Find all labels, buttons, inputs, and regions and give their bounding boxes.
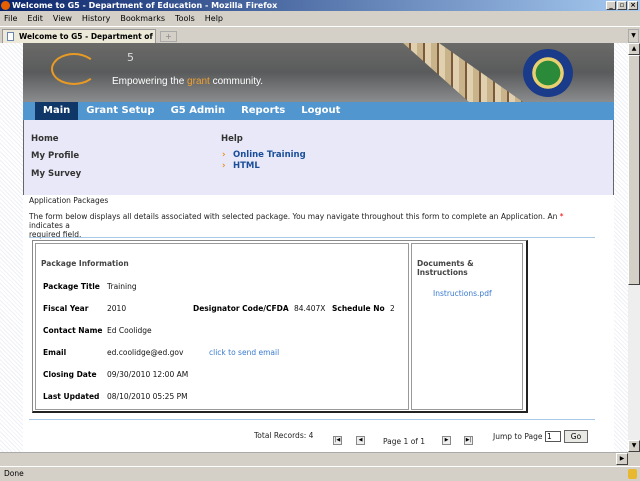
nav-reports[interactable]: Reports bbox=[233, 102, 293, 120]
nav-grant-setup[interactable]: Grant Setup bbox=[78, 102, 162, 120]
documents-panel: Documents & Instructions Instructions.pd… bbox=[411, 243, 523, 410]
logo-superscript: 5 bbox=[127, 51, 134, 64]
prev-page-icon[interactable]: ◀ bbox=[356, 436, 365, 445]
divider bbox=[29, 237, 595, 238]
page-icon bbox=[7, 32, 14, 41]
jump-label: Jump to Page bbox=[493, 432, 543, 441]
value-closing-date: 09/30/2010 12:00 AM bbox=[107, 370, 189, 379]
value-last-updated: 08/10/2010 05:25 PM bbox=[107, 392, 188, 401]
value-contact-name: Ed Coolidge bbox=[107, 326, 152, 335]
instructions-pdf-link[interactable]: Instructions.pdf bbox=[433, 289, 492, 298]
package-information: Package Information Package Title Traini… bbox=[35, 243, 409, 410]
horizontal-scrollbar[interactable]: ▶ bbox=[0, 452, 628, 465]
chevron-right-icon: › bbox=[222, 161, 226, 171]
documents-header: Documents & Instructions bbox=[417, 259, 474, 277]
status-text: Done bbox=[4, 469, 24, 478]
scroll-down-icon[interactable]: ▼ bbox=[628, 440, 640, 452]
label-cfda: Designator Code/CFDA bbox=[193, 304, 289, 313]
value-schedule-no: 2 bbox=[390, 304, 395, 313]
menu-view[interactable]: View bbox=[53, 12, 72, 26]
library-image bbox=[403, 43, 523, 102]
restore-button[interactable]: ▫ bbox=[617, 1, 627, 10]
window-title: Welcome to G5 - Department of Education … bbox=[12, 1, 278, 10]
last-page-icon[interactable]: ▶| bbox=[464, 436, 473, 445]
help-heading: Help bbox=[221, 134, 243, 144]
link-online-training[interactable]: Online Training bbox=[233, 150, 306, 160]
tab-list-chevron-icon[interactable]: ▼ bbox=[628, 29, 639, 43]
submenu: Home My Profile My Survey Help › Online … bbox=[23, 120, 614, 195]
label-last-updated: Last Updated bbox=[43, 392, 100, 401]
first-page-icon[interactable]: |◀ bbox=[333, 436, 342, 445]
page: 5 Empowering the grant community. Main G… bbox=[23, 43, 614, 452]
value-package-title: Training bbox=[107, 282, 137, 291]
g5-logo bbox=[51, 53, 97, 85]
link-my-survey[interactable]: My Survey bbox=[31, 169, 81, 179]
nav-main[interactable]: Main bbox=[35, 102, 79, 120]
menu-tools[interactable]: Tools bbox=[175, 12, 195, 26]
label-email: Email bbox=[43, 348, 67, 357]
department-seal-icon bbox=[523, 49, 573, 97]
title-bar: Welcome to G5 - Department of Education … bbox=[0, 0, 640, 11]
main-nav: Main Grant Setup G5 Admin Reports Logout bbox=[23, 102, 614, 120]
new-tab-button[interactable]: + bbox=[160, 31, 177, 42]
link-html[interactable]: HTML bbox=[233, 161, 260, 171]
section-title: Application Packages bbox=[29, 196, 109, 205]
scroll-thumb[interactable] bbox=[628, 55, 640, 285]
nav-logout[interactable]: Logout bbox=[293, 102, 348, 120]
link-home[interactable]: Home bbox=[31, 134, 59, 144]
lock-icon bbox=[628, 469, 637, 479]
go-button[interactable]: Go bbox=[564, 430, 588, 443]
nav-g5-admin[interactable]: G5 Admin bbox=[163, 102, 234, 120]
banner: 5 Empowering the grant community. bbox=[23, 43, 614, 102]
package-info-header: Package Information bbox=[41, 259, 129, 268]
label-package-title: Package Title bbox=[43, 282, 100, 291]
chevron-right-icon: › bbox=[222, 150, 226, 160]
label-closing-date: Closing Date bbox=[43, 370, 97, 379]
menu-bookmarks[interactable]: Bookmarks bbox=[120, 12, 165, 26]
value-cfda: 84.407X bbox=[294, 304, 326, 313]
menu-history[interactable]: History bbox=[82, 12, 110, 26]
vertical-scrollbar[interactable]: ▲ ▼ bbox=[628, 43, 640, 452]
label-fiscal-year: Fiscal Year bbox=[43, 304, 89, 313]
divider bbox=[29, 419, 595, 420]
minimize-button[interactable]: _ bbox=[606, 1, 616, 10]
scroll-up-icon[interactable]: ▲ bbox=[628, 43, 640, 55]
page-indicator: Page 1 of 1 bbox=[383, 437, 426, 446]
menu-bar: File Edit View History Bookmarks Tools H… bbox=[0, 12, 640, 26]
browser-tab[interactable]: Welcome to G5 - Department of Edu... bbox=[2, 29, 156, 54]
menu-file[interactable]: File bbox=[4, 12, 17, 26]
close-button[interactable]: × bbox=[628, 1, 638, 10]
section-description: The form below displays all details asso… bbox=[29, 212, 564, 239]
send-email-link[interactable]: click to send email bbox=[209, 348, 279, 357]
next-page-icon[interactable]: ▶ bbox=[442, 436, 451, 445]
firefox-icon bbox=[1, 1, 10, 10]
label-schedule-no: Schedule No bbox=[332, 304, 385, 313]
jump-to-page-input[interactable] bbox=[545, 431, 561, 442]
label-contact-name: Contact Name bbox=[43, 326, 103, 335]
package-box: Package Information Package Title Traini… bbox=[32, 240, 528, 413]
total-records: Total Records: 4 bbox=[254, 431, 314, 440]
value-email: ed.coolidge@ed.gov bbox=[107, 348, 184, 357]
value-fiscal-year: 2010 bbox=[107, 304, 127, 313]
scroll-right-icon[interactable]: ▶ bbox=[616, 453, 628, 465]
status-bar: Done bbox=[0, 466, 640, 480]
link-my-profile[interactable]: My Profile bbox=[31, 151, 79, 161]
tagline: Empowering the grant community. bbox=[112, 76, 264, 87]
menu-edit[interactable]: Edit bbox=[27, 12, 43, 26]
page-viewport: 5 Empowering the grant community. Main G… bbox=[0, 43, 628, 452]
tab-bar: Welcome to G5 - Department of Edu... + ▼ bbox=[0, 26, 640, 54]
menu-help[interactable]: Help bbox=[205, 12, 223, 26]
